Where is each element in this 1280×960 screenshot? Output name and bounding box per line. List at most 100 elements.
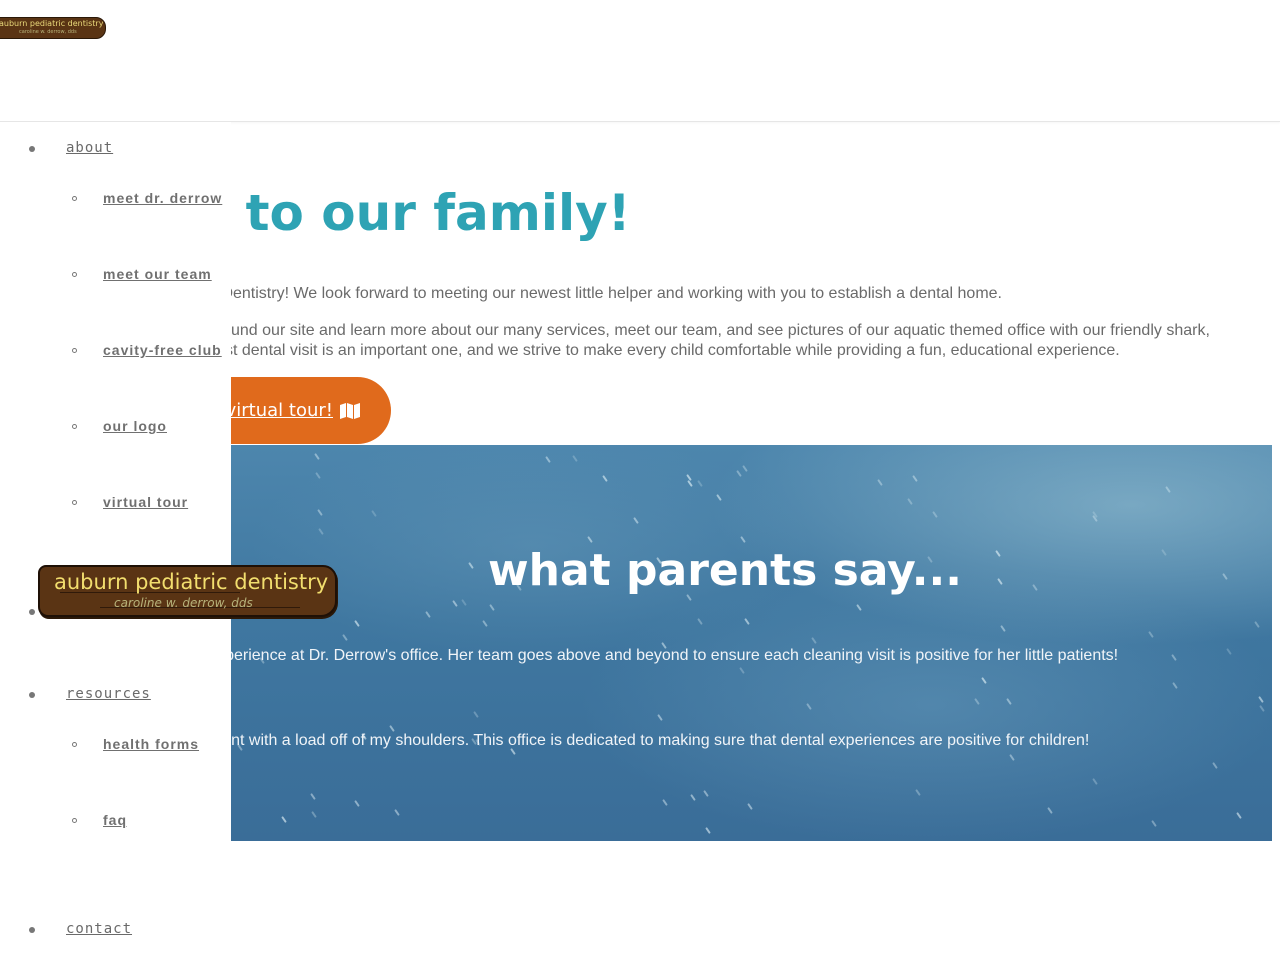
water-speck [742, 465, 748, 472]
water-speck [995, 550, 1001, 557]
water-speck [1165, 486, 1171, 493]
water-speck [311, 811, 317, 818]
water-speck [1226, 648, 1232, 655]
water-speck [317, 509, 323, 516]
water-speck [744, 618, 750, 625]
water-speck [1006, 698, 1012, 705]
water-speck [915, 789, 921, 796]
header-logo[interactable]: auburn pediatric dentistry caroline w. d… [0, 17, 106, 39]
water-speck [1000, 625, 1006, 632]
review-quote: We have had a wonderful experience at Dr… [231, 647, 1119, 664]
water-speck [1172, 682, 1178, 689]
water-speck [587, 536, 593, 543]
header-logo-title: auburn pediatric dentistry [0, 19, 104, 28]
water-speck [687, 480, 693, 487]
water-speck [602, 475, 608, 482]
nav-faq[interactable]: faq [103, 812, 127, 828]
water-speck [572, 455, 578, 462]
water-speck [389, 725, 395, 732]
water-speck [907, 498, 913, 505]
water-speck [545, 456, 551, 463]
water-speck [482, 620, 488, 627]
water-speck [1212, 762, 1218, 769]
nav-our-logo[interactable]: our logo [103, 418, 167, 434]
welcome-paragraph-2-line-1: Look around our site and learn more abou… [168, 322, 1210, 339]
water-speck [394, 809, 400, 816]
list-bullet [72, 348, 77, 353]
water-speck [1259, 705, 1265, 712]
water-speck [856, 604, 862, 611]
header-logo-subtitle: caroline w. derrow, dds [19, 29, 77, 35]
water-speck [1032, 584, 1038, 591]
water-speck [1151, 820, 1157, 827]
water-speck [932, 511, 938, 518]
water-speck [662, 799, 668, 806]
water-speck [1161, 549, 1167, 556]
nav-resources[interactable]: resources [66, 686, 151, 702]
water-speck [354, 800, 360, 807]
water-speck [697, 618, 703, 625]
water-speck [633, 517, 639, 524]
nav-virtual-tour[interactable]: virtual tour [103, 494, 188, 510]
water-speck [981, 677, 987, 684]
water-speck [974, 698, 980, 705]
main-navigation: about meet dr. derrow meet our team cavi… [0, 122, 231, 960]
overlay-logo-subtitle: caroline w. derrow, dds [114, 596, 253, 610]
water-speck [1258, 696, 1264, 703]
reviews-heading: what parents say... [488, 545, 962, 596]
water-speck [690, 794, 696, 801]
list-bullet [72, 818, 77, 823]
water-speck [736, 470, 742, 477]
water-speck [657, 714, 663, 721]
list-bullet [29, 692, 35, 698]
water-speck [740, 536, 746, 543]
water-speck [468, 562, 474, 569]
water-speck [703, 790, 709, 797]
water-speck [1009, 754, 1015, 761]
water-speck [705, 827, 711, 834]
water-speck [315, 472, 321, 479]
water-speck [452, 600, 458, 607]
nav-about[interactable]: about [66, 140, 113, 156]
water-speck [912, 475, 918, 482]
nav-meet-our-team[interactable]: meet our team [103, 266, 212, 282]
water-speck [1171, 654, 1177, 661]
water-speck [281, 816, 287, 823]
water-speck [716, 494, 722, 501]
overlay-logo[interactable]: auburn pediatric dentistry caroline w. d… [38, 565, 337, 617]
water-speck [1254, 621, 1260, 628]
nav-contact[interactable]: contact [66, 921, 132, 937]
water-speck [1236, 812, 1242, 819]
water-speck [997, 578, 1003, 585]
water-speck [697, 480, 703, 487]
list-bullet [29, 927, 35, 933]
water-speck [318, 528, 324, 535]
map-icon [339, 402, 361, 419]
water-speck [1092, 778, 1098, 785]
water-speck [354, 620, 360, 627]
review-quote: I always leave every appointment with a … [231, 732, 1090, 749]
water-speck [1222, 573, 1228, 580]
water-speck [342, 634, 348, 641]
overlay-logo-title: auburn pediatric dentistry [54, 570, 329, 594]
nav-cavity-free-club[interactable]: cavity-free club [103, 342, 222, 358]
list-bullet [72, 742, 77, 747]
water-speck [806, 703, 812, 710]
water-speck [877, 479, 883, 486]
water-speck [461, 599, 467, 606]
list-bullet [72, 424, 77, 429]
list-bullet [72, 500, 77, 505]
water-speck [1047, 807, 1053, 814]
site-header: auburn pediatric dentistry caroline w. d… [0, 0, 1280, 122]
nav-health-forms[interactable]: health forms [103, 736, 199, 752]
water-speck [314, 453, 320, 460]
list-bullet [72, 272, 77, 277]
list-bullet [72, 196, 77, 201]
water-speck [747, 803, 753, 810]
water-speck [811, 637, 817, 644]
list-bullet [29, 146, 35, 152]
welcome-paragraph-2-line-2: Your child's first dental visit is an im… [126, 342, 1120, 359]
nav-meet-dr-derrow[interactable]: meet dr. derrow [103, 190, 222, 206]
reviews-section: what parents say... We have had a wonder… [231, 445, 1272, 841]
water-speck [1148, 631, 1154, 638]
